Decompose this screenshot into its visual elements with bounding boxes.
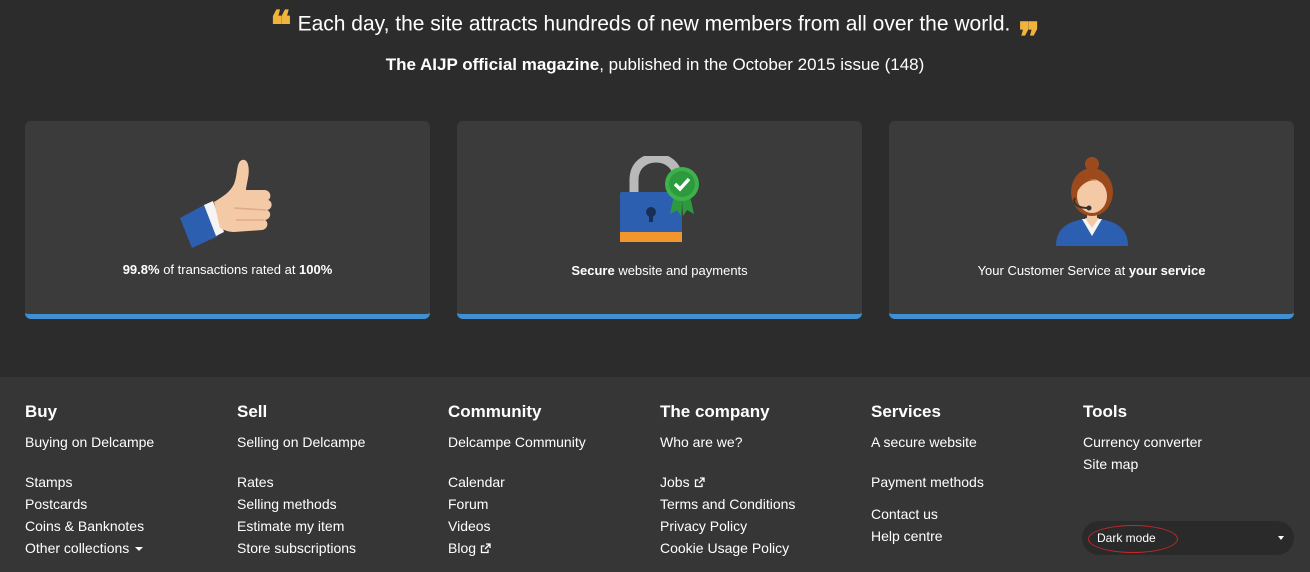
footer-link-payment-methods[interactable]: Payment methods (871, 471, 1071, 493)
footer-link-privacy-policy[interactable]: Privacy Policy (660, 515, 860, 537)
footer-link-terms-and-conditions[interactable]: Terms and Conditions (660, 493, 860, 515)
customer-service-icon (1055, 157, 1128, 246)
footer-heading-community: Community (448, 402, 542, 421)
security-label: website and payments (614, 263, 748, 278)
highlight-circle (1088, 525, 1178, 553)
footer-link-coins-banknotes[interactable]: Coins & Banknotes (25, 515, 225, 537)
footer-col-company: The company Who are we? Jobs Terms and C… (660, 402, 860, 559)
footer-heading-buy: Buy (25, 402, 58, 421)
footer-col-tools: Tools Currency converter Site map (1083, 402, 1283, 475)
quote-source-detail: , published in the October 2015 issue (1… (599, 55, 925, 74)
footer-heading-services: Services (871, 402, 941, 421)
card-ratings: 99.8% of transactions rated at 100% (25, 121, 430, 319)
ratings-percent: 99.8% (122, 262, 160, 277)
service-tail: your service (1128, 263, 1206, 278)
testimonial-quote: ❝ Each day, the site attracts hundreds of… (0, 0, 1310, 100)
footer-link-blog[interactable]: Blog (448, 537, 648, 559)
ratings-label: of transactions rated at (159, 262, 300, 277)
footer-link-selling-on-delcampe[interactable]: Selling on Delcampe (237, 431, 437, 453)
footer-link-stamps[interactable]: Stamps (25, 471, 225, 493)
quote-source-name: The AIJP official magazine (385, 55, 600, 74)
footer-link-calendar[interactable]: Calendar (448, 471, 648, 493)
footer-link-store-subscriptions[interactable]: Store subscriptions (237, 537, 437, 559)
footer-link-buying-on-delcampe[interactable]: Buying on Delcampe (25, 431, 225, 453)
card-service: Your Customer Service at your service (889, 121, 1294, 319)
jobs-label: Jobs (660, 474, 690, 490)
footer-link-videos[interactable]: Videos (448, 515, 648, 537)
footer-link-secure-website[interactable]: A secure website (871, 431, 1071, 453)
quote-text: Each day, the site attracts hundreds of … (297, 12, 1011, 36)
card-security-text: Secure website and payments (457, 263, 862, 278)
footer-link-site-map[interactable]: Site map (1083, 453, 1283, 475)
quote-line: ❝ Each day, the site attracts hundreds of… (0, 2, 1310, 58)
feature-cards: 99.8% of transactions rated at 100% Secu… (25, 121, 1294, 319)
thumbs-up-icon (179, 159, 272, 248)
service-label: Your Customer Service at (977, 263, 1129, 278)
footer-col-community: Community Delcampe Community Calendar Fo… (448, 402, 648, 559)
footer-link-currency-converter[interactable]: Currency converter (1083, 431, 1283, 453)
dark-mode-select[interactable]: Dark mode (1082, 521, 1294, 555)
card-ratings-text: 99.8% of transactions rated at 100% (25, 262, 430, 277)
footer-col-services: Services A secure website Payment method… (871, 402, 1071, 547)
footer-link-who-are-we[interactable]: Who are we? (660, 431, 860, 453)
blog-label: Blog (448, 540, 477, 556)
footer-heading-company: The company (660, 402, 770, 421)
chevron-down-icon (135, 547, 144, 552)
footer-link-rates[interactable]: Rates (237, 471, 437, 493)
footer-heading-sell: Sell (237, 402, 268, 421)
footer-link-contact-us[interactable]: Contact us (871, 503, 1071, 525)
other-collections-label: Other collections (25, 540, 130, 556)
footer-link-postcards[interactable]: Postcards (25, 493, 225, 515)
footer-link-forum[interactable]: Forum (448, 493, 648, 515)
close-quote-icon: ❞ (1018, 14, 1040, 62)
security-lead: Secure (571, 263, 615, 278)
external-link-icon (480, 543, 491, 554)
open-quote-icon: ❝ (270, 2, 292, 50)
footer-link-jobs[interactable]: Jobs (660, 471, 860, 493)
footer-link-delcampe-community[interactable]: Delcampe Community (448, 431, 648, 453)
card-service-text: Your Customer Service at your service (889, 263, 1294, 278)
quote-source: The AIJP official magazine, published in… (0, 55, 1310, 75)
footer-heading-tools: Tools (1083, 402, 1128, 421)
footer-link-estimate-my-item[interactable]: Estimate my item (237, 515, 437, 537)
footer-link-help-centre[interactable]: Help centre (871, 525, 1071, 547)
ratings-score: 100% (299, 262, 333, 277)
footer-link-other-collections[interactable]: Other collections (25, 537, 225, 559)
footer-link-cookie-usage-policy[interactable]: Cookie Usage Policy (660, 537, 860, 559)
footer-col-buy: Buy Buying on Delcampe Stamps Postcards … (25, 402, 225, 559)
external-link-icon (694, 477, 705, 488)
card-security: Secure website and payments (457, 121, 862, 319)
chevron-down-icon (1278, 536, 1284, 540)
footer-col-sell: Sell Selling on Delcampe Rates Selling m… (237, 402, 437, 559)
footer-link-selling-methods[interactable]: Selling methods (237, 493, 437, 515)
secure-lock-icon (619, 156, 699, 242)
